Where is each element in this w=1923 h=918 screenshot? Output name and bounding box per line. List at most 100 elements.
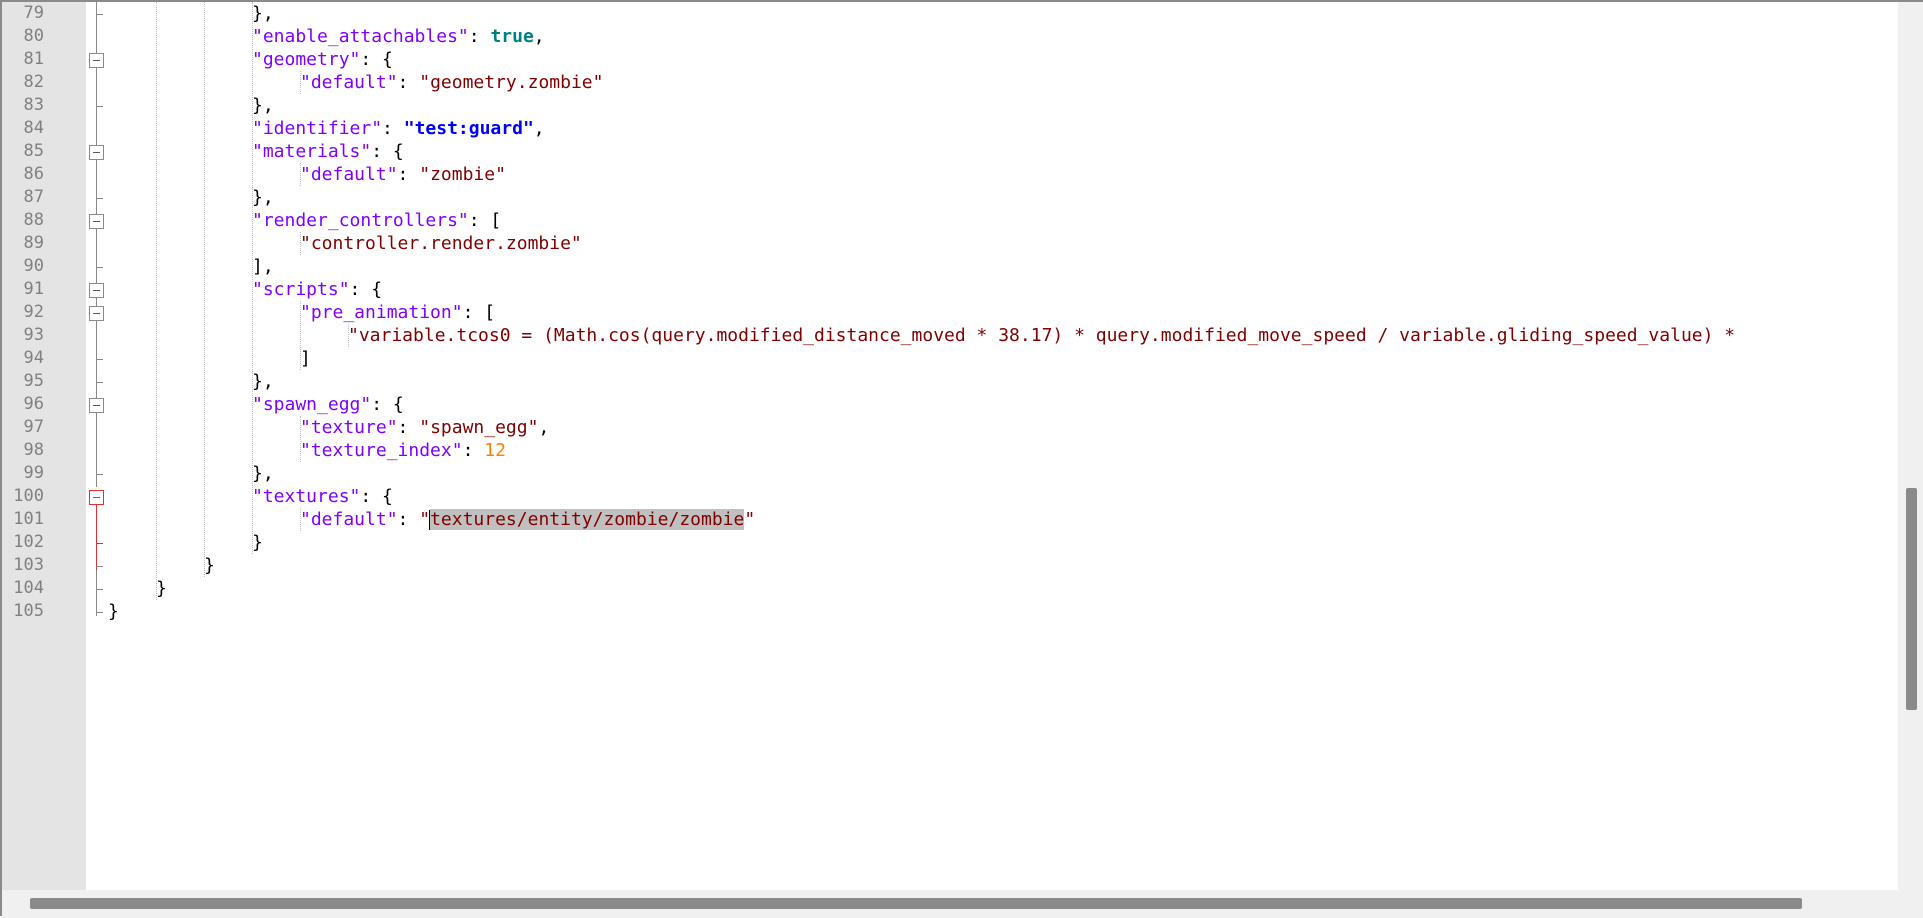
json-string: "geometry.zombie" [419,72,604,93]
code-line-current: "default": "textures/entity/zombie/zombi… [300,509,756,530]
line-number: 86 [23,164,44,184]
token: } [108,601,119,622]
indent-guide [204,2,205,577]
token: }, [252,3,274,24]
code-line: } [156,577,167,600]
token: }, [252,95,274,116]
text-area[interactable]: }, "enable_attachables": true, "geometry… [108,2,1898,890]
code-line: "default": "zombie" [300,164,506,185]
line-number: 80 [23,26,44,46]
line-number-gutter: 79 80 81 82 83 84 85 86 87 88 89 90 91 9… [2,2,48,890]
selected-text[interactable]: textures/entity/zombie/zombie [430,509,745,530]
line-number: 96 [23,394,44,414]
token: }, [252,463,274,484]
token: ], [252,256,274,277]
json-key: "pre_animation" [300,302,463,323]
line-number: 91 [23,279,44,299]
code-line: } [108,600,119,623]
json-string: "spawn_egg" [419,417,539,438]
line-number: 98 [23,440,44,460]
json-key: "geometry" [252,49,361,70]
json-key: "scripts" [252,279,350,300]
line-number: 88 [23,210,44,230]
code-line: "scripts": { [252,279,383,300]
code-line: "default": "geometry.zombie" [300,72,604,93]
code-line: }, [252,462,274,485]
code-line: }, [252,94,274,117]
fold-end-tick [96,106,103,107]
json-key: "spawn_egg" [252,394,372,415]
fold-end-tick [96,474,103,475]
token: } [156,578,167,599]
fold-end-tick [96,589,103,590]
line-number: 89 [23,233,44,253]
json-key: "textures" [252,486,361,507]
line-number: 102 [13,532,44,552]
fold-minus-icon[interactable] [89,214,104,229]
code-line: }, [252,2,274,25]
fold-tree-line [96,2,97,487]
fold-minus-icon[interactable] [89,283,104,298]
json-key: "default" [300,164,398,185]
code-line: "variable.tcos0 = (Math.cos(query.modifi… [348,324,1746,347]
json-key: "enable_attachables" [252,26,469,47]
fold-minus-icon[interactable] [89,145,104,160]
fold-end-tick [96,382,103,383]
code-line: "render_controllers": [ [252,210,502,231]
fold-tree-line [96,570,97,616]
code-line: "geometry": { [252,49,393,70]
json-identifier-string: "test:guard" [403,118,534,139]
bookmark-margin[interactable] [48,2,86,890]
line-number: 104 [13,578,44,598]
fold-minus-icon[interactable] [89,490,104,505]
code-line: ] [300,347,311,370]
line-number: 81 [23,49,44,69]
token: } [252,532,263,553]
line-number: 97 [23,417,44,437]
line-number: 83 [23,95,44,115]
json-key: "default" [300,509,398,530]
code-line: "identifier": "test:guard", [252,118,545,139]
line-number: 99 [23,463,44,483]
json-key: "materials" [252,141,372,162]
line-number: 79 [23,3,44,23]
json-string: "controller.render.zombie" [300,233,582,254]
fold-end-tick [96,612,103,613]
token: }, [252,187,274,208]
code-line: }, [252,186,274,209]
code-editor[interactable]: 79 80 81 82 83 84 85 86 87 88 89 90 91 9… [0,0,1923,918]
line-number: 85 [23,141,44,161]
code-line: } [204,554,215,577]
code-line: "controller.render.zombie" [300,232,582,255]
horizontal-scrollbar-thumb[interactable] [30,898,1802,909]
fold-minus-icon[interactable] [89,306,104,321]
code-line: "texture": "spawn_egg", [300,417,550,438]
json-key: "identifier" [252,118,383,139]
line-number: 82 [23,72,44,92]
indent-guide [156,2,157,600]
fold-minus-icon[interactable] [89,398,104,413]
line-number: 93 [23,325,44,345]
line-number: 101 [13,509,44,529]
fold-end-tick [96,543,103,544]
vertical-scrollbar-thumb[interactable] [1906,488,1917,710]
line-number: 87 [23,187,44,207]
fold-end-tick [96,359,103,360]
json-key: "render_controllers" [252,210,469,231]
code-line: "materials": { [252,141,404,162]
json-string-quote: " [744,509,756,530]
line-number: 95 [23,371,44,391]
line-number: 103 [13,555,44,575]
fold-end-tick [96,198,103,199]
token: } [204,555,215,576]
vertical-scrollbar[interactable] [1898,2,1923,890]
fold-margin[interactable] [86,2,108,890]
json-key: "default" [300,72,398,93]
fold-minus-icon[interactable] [89,53,104,68]
json-boolean: true [490,26,534,47]
json-string: "variable.tcos0 = (Math.cos(query.modifi… [348,325,1746,346]
code-line: }, [252,370,274,393]
json-key: "texture_index" [300,440,463,461]
code-line: "textures": { [252,486,393,507]
json-number: 12 [484,440,506,461]
